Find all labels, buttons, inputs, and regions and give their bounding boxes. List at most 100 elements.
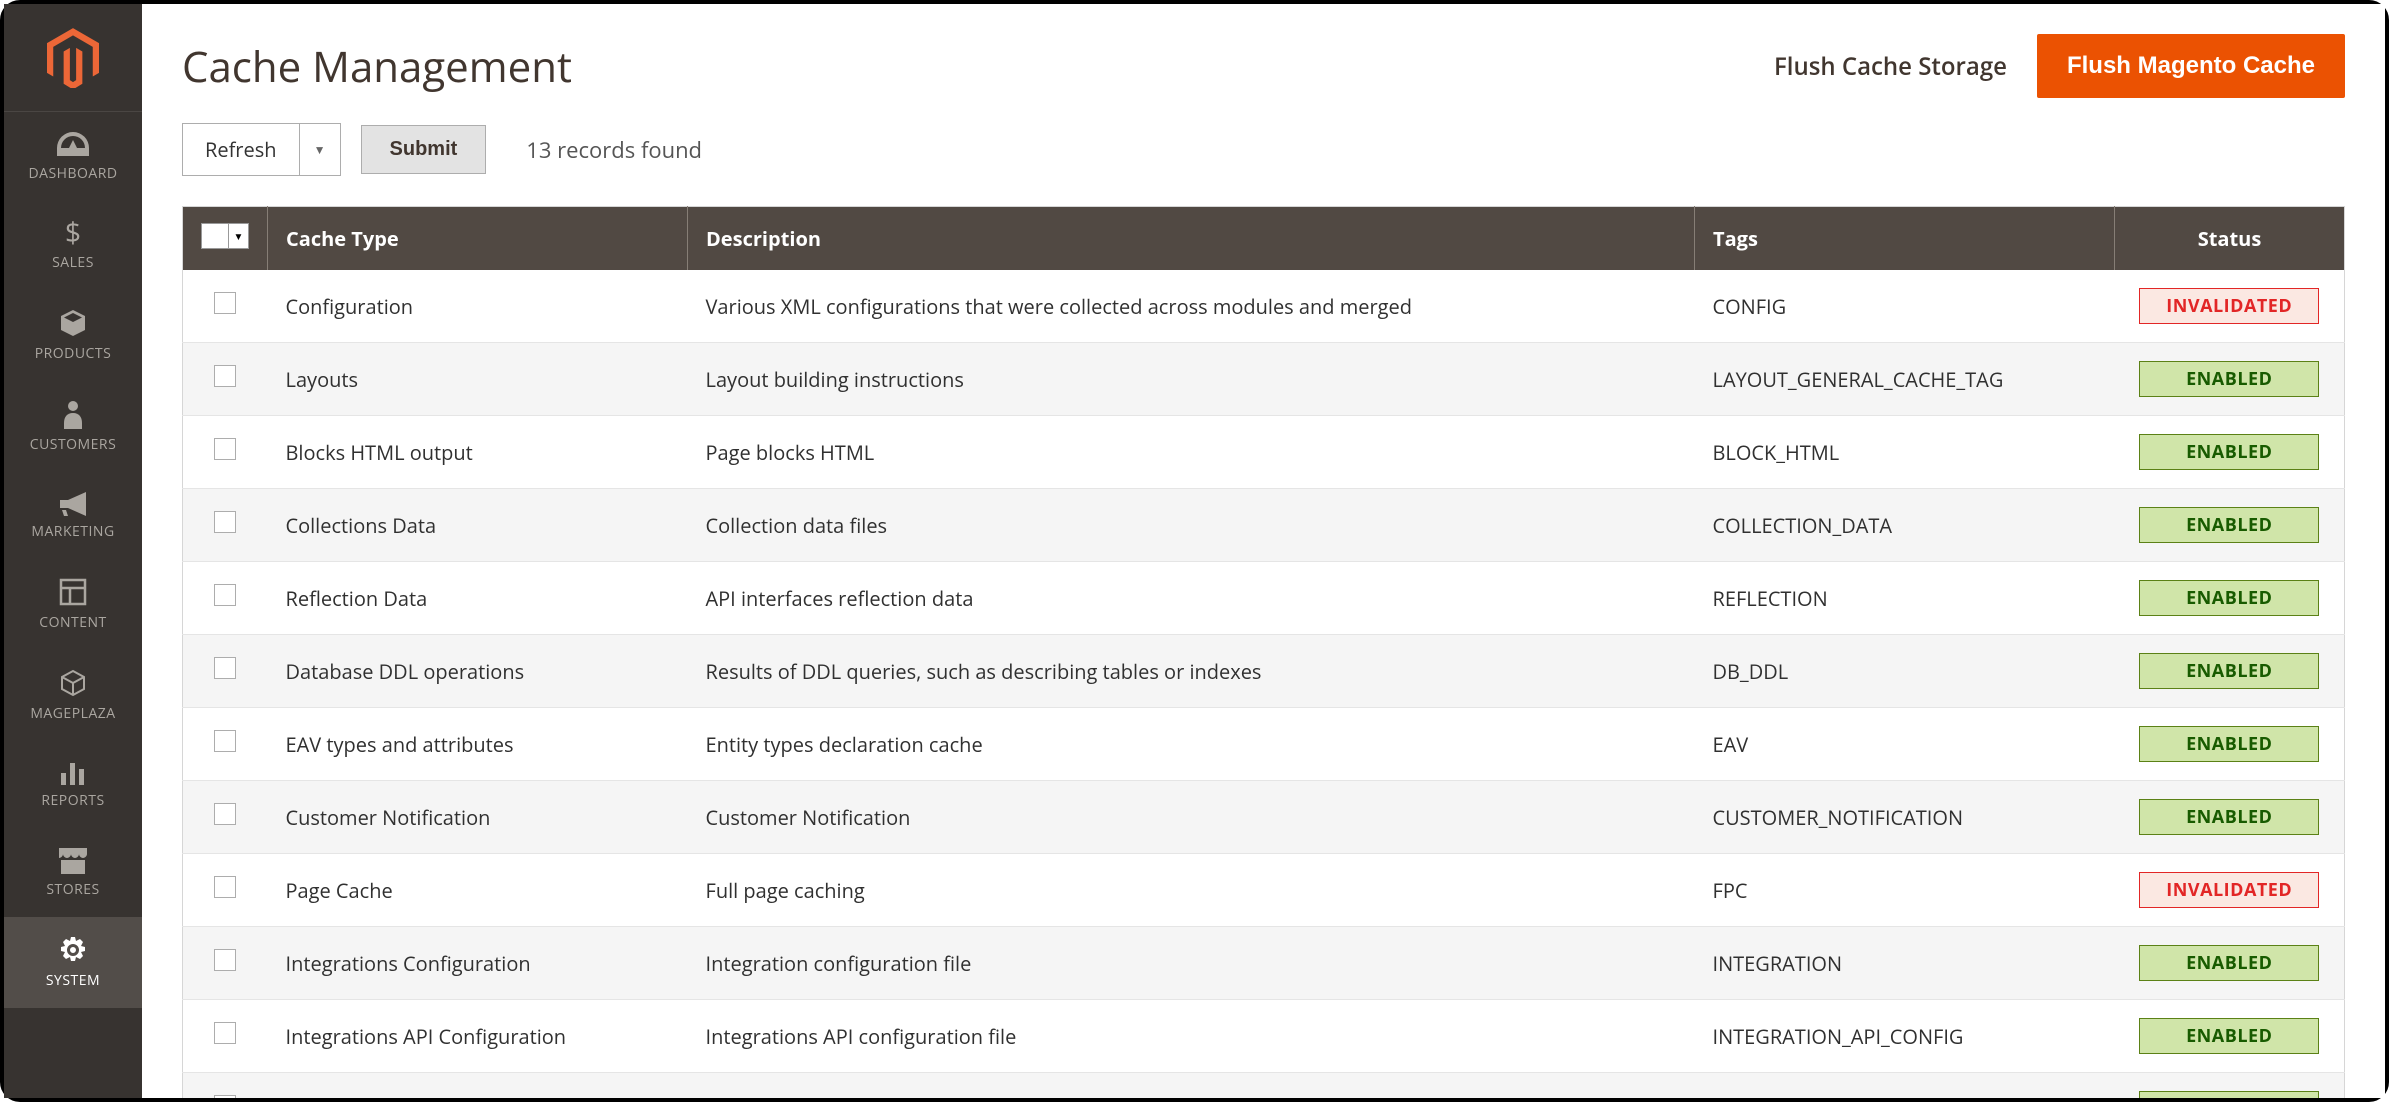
- cell-tags: LAYOUT_GENERAL_CACHE_TAG: [1695, 343, 2115, 416]
- cell-cache-type: Integrations Configuration: [268, 927, 688, 1000]
- cell-checkbox: [183, 270, 268, 343]
- chevron-down-icon: ▼: [228, 224, 248, 248]
- row-checkbox[interactable]: [214, 730, 236, 752]
- cell-tags: REFLECTION: [1695, 562, 2115, 635]
- sidebar-item-label: CONTENT: [39, 613, 107, 632]
- cell-checkbox: [183, 343, 268, 416]
- mass-action-select[interactable]: Refresh ▼: [182, 123, 341, 176]
- table-row: EAV types and attributesEntity types dec…: [183, 708, 2345, 781]
- select-all-checkbox[interactable]: ▼: [201, 223, 249, 249]
- cell-description: Page blocks HTML: [688, 416, 1695, 489]
- sidebar-item-sales[interactable]: $ SALES: [4, 201, 142, 290]
- sidebar-item-system[interactable]: SYSTEM: [4, 917, 142, 1008]
- row-checkbox[interactable]: [214, 438, 236, 460]
- cell-status: ENABLED: [2115, 343, 2345, 416]
- row-checkbox[interactable]: [214, 1022, 236, 1044]
- grid-toolbar: Refresh ▼ Submit 13 records found: [142, 123, 2385, 206]
- sidebar-item-label: MARKETING: [31, 522, 114, 541]
- table-row: ConfigurationVarious XML configurations …: [183, 270, 2345, 343]
- status-badge: INVALIDATED: [2139, 872, 2319, 908]
- status-badge: ENABLED: [2139, 1091, 2319, 1098]
- sidebar-item-reports[interactable]: REPORTS: [4, 741, 142, 828]
- cell-checkbox: [183, 927, 268, 1000]
- sidebar-item-products[interactable]: PRODUCTS: [4, 290, 142, 381]
- cell-tags: BLOCK_HTML: [1695, 416, 2115, 489]
- sidebar-item-marketing[interactable]: MARKETING: [4, 472, 142, 559]
- main-content: Cache Management Flush Cache Storage Flu…: [142, 4, 2385, 1098]
- status-badge: INVALIDATED: [2139, 288, 2319, 324]
- row-checkbox[interactable]: [214, 657, 236, 679]
- bar-chart-icon: [58, 759, 88, 785]
- chevron-down-icon: ▼: [300, 124, 340, 175]
- sidebar-item-label: CUSTOMERS: [30, 435, 117, 454]
- sidebar-item-stores[interactable]: STORES: [4, 828, 142, 917]
- cell-description: Results of DDL queries, such as describi…: [688, 635, 1695, 708]
- sidebar-item-customers[interactable]: CUSTOMERS: [4, 381, 142, 472]
- page-header: Cache Management Flush Cache Storage Flu…: [142, 4, 2385, 123]
- column-header-description[interactable]: Description: [688, 207, 1695, 271]
- flush-cache-storage-button[interactable]: Flush Cache Storage: [1774, 50, 2007, 83]
- cell-tags: INTEGRATION_API_CONFIG: [1695, 1000, 2115, 1073]
- column-header-status[interactable]: Status: [2115, 207, 2345, 271]
- table-row: Customer NotificationCustomer Notificati…: [183, 781, 2345, 854]
- cell-checkbox: [183, 562, 268, 635]
- cell-cache-type: EAV types and attributes: [268, 708, 688, 781]
- status-badge: ENABLED: [2139, 653, 2319, 689]
- sidebar-item-label: SALES: [52, 253, 94, 272]
- cell-cache-type: Page Cache: [268, 854, 688, 927]
- submit-button[interactable]: Submit: [361, 125, 487, 174]
- column-header-cache-type[interactable]: Cache Type: [268, 207, 688, 271]
- cell-cache-type: Configuration: [268, 270, 688, 343]
- magento-logo-icon: [47, 28, 99, 88]
- flush-magento-cache-button[interactable]: Flush Magento Cache: [2037, 34, 2345, 98]
- store-icon: [57, 846, 89, 874]
- row-checkbox[interactable]: [214, 292, 236, 314]
- cell-cache-type: Layouts: [268, 343, 688, 416]
- cell-description: Entity types declaration cache: [688, 708, 1695, 781]
- sidebar-item-mageplaza[interactable]: MAGEPLAZA: [4, 650, 142, 741]
- cell-cache-type: Database DDL operations: [268, 635, 688, 708]
- row-checkbox[interactable]: [214, 876, 236, 898]
- sidebar-item-dashboard[interactable]: DASHBOARD: [4, 112, 142, 201]
- cell-description: Integration configuration file: [688, 927, 1695, 1000]
- sidebar-item-label: PRODUCTS: [35, 344, 112, 363]
- gear-icon: [58, 935, 88, 965]
- cell-status: ENABLED: [2115, 562, 2345, 635]
- column-header-tags[interactable]: Tags: [1695, 207, 2115, 271]
- admin-sidebar: DASHBOARD $ SALES PRODUCTS CUSTOMERS MAR…: [4, 4, 142, 1098]
- column-header-checkbox: ▼: [183, 207, 268, 271]
- status-badge: ENABLED: [2139, 507, 2319, 543]
- cell-description: API interfaces reflection data: [688, 562, 1695, 635]
- status-badge: ENABLED: [2139, 945, 2319, 981]
- cell-status: ENABLED: [2115, 708, 2345, 781]
- status-badge: ENABLED: [2139, 726, 2319, 762]
- row-checkbox[interactable]: [214, 511, 236, 533]
- cell-status: ENABLED: [2115, 1073, 2345, 1099]
- cell-tags: DB_DDL: [1695, 635, 2115, 708]
- dollar-icon: $: [65, 219, 81, 247]
- table-row: Reflection DataAPI interfaces reflection…: [183, 562, 2345, 635]
- cell-description: Customer Notification: [688, 781, 1695, 854]
- row-checkbox[interactable]: [214, 803, 236, 825]
- box-icon: [58, 308, 88, 338]
- table-row: Integrations ConfigurationIntegration co…: [183, 927, 2345, 1000]
- row-checkbox[interactable]: [214, 365, 236, 387]
- cell-checkbox: [183, 1000, 268, 1073]
- cell-checkbox: [183, 635, 268, 708]
- cell-cache-type: Translations: [268, 1073, 688, 1099]
- sidebar-item-label: MAGEPLAZA: [30, 704, 115, 723]
- megaphone-icon: [56, 490, 90, 516]
- table-row: Page CacheFull page cachingFPCINVALIDATE…: [183, 854, 2345, 927]
- cell-description: Collection data files: [688, 489, 1695, 562]
- table-row: Database DDL operationsResults of DDL qu…: [183, 635, 2345, 708]
- sidebar-item-label: REPORTS: [41, 791, 104, 810]
- sidebar-item-content[interactable]: CONTENT: [4, 559, 142, 650]
- row-checkbox[interactable]: [214, 949, 236, 971]
- row-checkbox[interactable]: [214, 1095, 236, 1098]
- cell-status: ENABLED: [2115, 635, 2345, 708]
- row-checkbox[interactable]: [214, 584, 236, 606]
- cell-cache-type: Collections Data: [268, 489, 688, 562]
- magento-logo[interactable]: [4, 4, 142, 112]
- cell-checkbox: [183, 708, 268, 781]
- cell-tags: COLLECTION_DATA: [1695, 489, 2115, 562]
